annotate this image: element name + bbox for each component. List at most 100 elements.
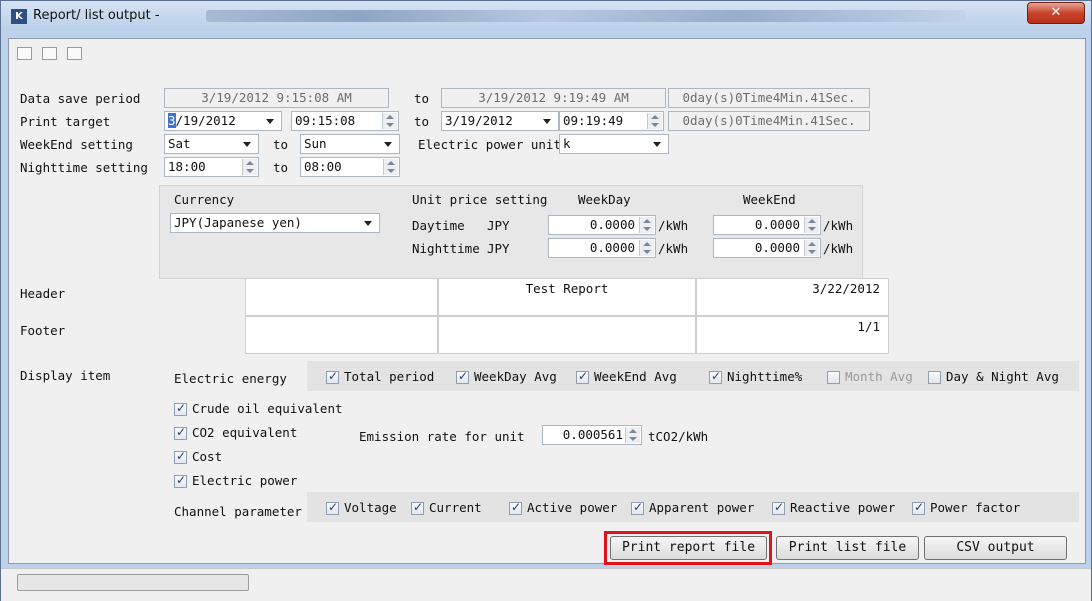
spinner-icon[interactable]: [242, 159, 257, 175]
day-night-avg-checkbox[interactable]: [928, 371, 941, 384]
weekend-to-select[interactable]: Sun: [300, 134, 400, 154]
spinner-icon[interactable]: [804, 217, 819, 233]
weekday-avg-label: WeekDay Avg: [474, 369, 557, 384]
spinner-icon[interactable]: [639, 217, 654, 233]
electric-power-checkbox[interactable]: [174, 473, 187, 488]
footer-left-field[interactable]: [245, 316, 438, 354]
display-item-label: Display item: [20, 368, 111, 383]
weekday-avg-checkbox[interactable]: [456, 369, 469, 384]
unit-label: /kWh: [658, 218, 689, 233]
toolbar-icon-1[interactable]: [17, 47, 32, 60]
unit-label: /kWh: [823, 241, 854, 256]
daytime-weekday-price[interactable]: 0.0000: [548, 215, 656, 235]
nighttime-weekend-price[interactable]: 0.0000: [713, 238, 821, 258]
weekend-setting-label: WeekEnd setting: [20, 137, 133, 152]
footer-label: Footer: [20, 323, 66, 338]
footer-center-field[interactable]: [438, 316, 696, 354]
unit-label: /kWh: [658, 241, 689, 256]
weekend-to-value: Sun: [304, 136, 327, 151]
chevron-down-icon: [543, 119, 551, 124]
power-factor-label: Power factor: [930, 500, 1021, 515]
header-center-field[interactable]: Test Report: [438, 278, 696, 316]
print-target-end-date[interactable]: 3/19/2012: [441, 111, 559, 131]
power-unit-select[interactable]: k: [559, 134, 669, 154]
daytime-weekend-price[interactable]: 0.0000: [713, 215, 821, 235]
month-avg-checkbox[interactable]: [827, 371, 840, 384]
header-label: Header: [20, 286, 66, 301]
header-right-field[interactable]: 3/22/2012: [696, 278, 889, 316]
end-time-value: 09:19:49: [563, 113, 624, 128]
month-avg-label: Month Avg: [845, 369, 913, 384]
electric-power-label: Electric power: [192, 473, 298, 488]
currency-label: Currency: [174, 192, 235, 207]
selected-month: 3: [168, 113, 176, 128]
nighttime-weekday-price[interactable]: 0.0000: [548, 238, 656, 258]
toolbar-icon-3[interactable]: [67, 47, 82, 60]
nighttime-pct-checkbox[interactable]: [709, 369, 722, 384]
electric-energy-label: Electric energy: [174, 371, 287, 386]
nighttime-setting-label: Nighttime setting: [20, 160, 148, 175]
nighttime-to-field[interactable]: 08:00: [300, 157, 400, 177]
spinner-icon[interactable]: [647, 113, 662, 129]
power-unit-label: Electric power unit: [418, 137, 561, 152]
period-start-field: 3/19/2012 9:15:08 AM: [164, 88, 389, 108]
app-icon: K: [11, 9, 27, 24]
power-unit-value: k: [563, 136, 571, 151]
weekend-from-select[interactable]: Sat: [164, 134, 259, 154]
apparent-power-checkbox[interactable]: [631, 500, 644, 515]
window-title: Report/ list output -: [33, 8, 160, 23]
cost-checkbox[interactable]: [174, 449, 187, 464]
spinner-icon[interactable]: [382, 113, 397, 129]
reactive-power-checkbox[interactable]: [772, 500, 785, 515]
weekend-to-label: to: [273, 137, 289, 152]
print-list-file-button[interactable]: Print list file: [776, 536, 919, 560]
nighttime-from-value: 18:00: [168, 159, 206, 174]
period-end-field: 3/19/2012 9:19:49 AM: [441, 88, 666, 108]
nighttime-to-label: to: [273, 160, 289, 175]
emission-rate-field[interactable]: 0.000561: [542, 425, 642, 445]
daytime-label: Daytime: [412, 218, 465, 233]
active-power-label: Active power: [527, 500, 618, 515]
total-period-label: Total period: [344, 369, 435, 384]
toolbar: [17, 47, 92, 63]
current-checkbox[interactable]: [411, 500, 424, 515]
crude-oil-checkbox[interactable]: [174, 401, 187, 416]
close-button[interactable]: ✕: [1027, 2, 1085, 24]
emission-rate-label: Emission rate for unit: [359, 429, 525, 444]
toolbar-icon-2[interactable]: [42, 47, 57, 60]
header-left-field[interactable]: [245, 278, 438, 316]
title-bar: K Report/ list output - ✕: [1, 1, 1091, 31]
weekend-avg-checkbox[interactable]: [576, 369, 589, 384]
print-target-start-date[interactable]: 3/19/2012: [164, 111, 282, 131]
voltage-checkbox[interactable]: [326, 500, 339, 515]
spinner-icon[interactable]: [639, 240, 654, 256]
co2-checkbox[interactable]: [174, 425, 187, 440]
print-target-start-time[interactable]: 09:15:08: [291, 111, 399, 131]
weekend-from-value: Sat: [168, 136, 191, 151]
spinner-icon[interactable]: [625, 427, 640, 443]
currency-value: JPY(Japanese yen): [174, 215, 302, 230]
print-target-end-time[interactable]: 09:19:49: [559, 111, 664, 131]
currency-select[interactable]: JPY(Japanese yen): [170, 213, 380, 233]
crude-oil-label: Crude oil equivalent: [192, 401, 343, 416]
unit-price-panel: Currency JPY(Japanese yen) Unit price se…: [159, 185, 863, 279]
highlight-box: [604, 531, 772, 565]
current-label: Current: [429, 500, 482, 515]
start-date-rest: /19/2012: [175, 113, 236, 128]
client-area: Data save period 3/19/2012 9:15:08 AM to…: [8, 38, 1086, 565]
active-power-checkbox[interactable]: [509, 500, 522, 515]
period-duration-field: 0day(s)0Time4Min.41Sec.: [668, 88, 870, 108]
daytime-currency-code: JPY: [487, 218, 510, 233]
total-period-checkbox[interactable]: [326, 369, 339, 384]
spinner-icon[interactable]: [804, 240, 819, 256]
print-target-to-label: to: [414, 114, 430, 129]
nighttime-price-label: Nighttime: [412, 241, 480, 256]
spinner-icon[interactable]: [383, 159, 398, 175]
csv-output-button[interactable]: CSV output: [924, 536, 1067, 560]
power-factor-checkbox[interactable]: [912, 500, 925, 515]
nighttime-from-field[interactable]: 18:00: [164, 157, 259, 177]
footer-right-field[interactable]: 1/1: [696, 316, 889, 354]
chevron-down-icon: [243, 142, 251, 147]
status-bar: [1, 568, 1091, 601]
weekday-column-label: WeekDay: [578, 192, 631, 207]
